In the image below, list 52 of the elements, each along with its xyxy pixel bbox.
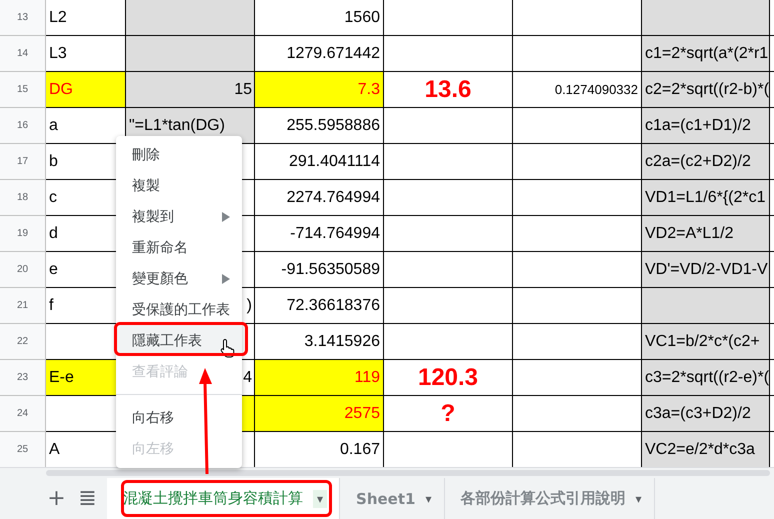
table-cell: 2274.764994 [255,180,384,216]
row-number: 24 [0,396,46,432]
row-number: 15 [0,72,46,108]
table-cell: VD1=L1/6*{(2*c1 [642,180,770,216]
cell-text: 7.3 [358,80,380,98]
submenu-arrow-icon [222,212,230,222]
cell-text: 2575 [344,404,380,422]
table-cell: 1560 [255,0,384,36]
cell-text: 13.6 [424,76,472,104]
table-cell: 72.36618376 [255,288,384,324]
row-number: 23 [0,360,46,396]
row-number: 21 [0,288,46,324]
table-cell: c1=2*sqrt(a*(2*r1 [642,36,770,72]
table-cell: c3=2*sqrt((r2-e)*( [642,360,770,396]
table-cell: c3a=(c3+D2)/2 [642,396,770,432]
table-cell: c2=2*sqrt((r2-b)*( [642,72,770,108]
all-sheets-button[interactable]: ≣ [72,486,103,511]
table-cell: L2 [46,0,126,36]
table-cell: 291.4041114 [255,144,384,180]
row-number: 16 [0,108,46,144]
row-number: 25 [0,432,46,468]
add-sheet-button[interactable]: + [41,486,72,511]
row-number: 13 [0,0,46,36]
row-number: 18 [0,180,46,216]
table-cell: L3 [46,36,126,72]
table-cell: c2a=(c2+D2)/2 [642,144,770,180]
table-cell: 0.1274090332 [513,72,642,108]
row-number: 22 [0,324,46,360]
cell-text: 120.3 [418,364,478,392]
table-cell: -91.56350589 [255,252,384,288]
table-cell: VD'=VD/2-VD1-V [642,252,770,288]
cell-text: 119 [354,368,380,386]
row-number: 17 [0,144,46,180]
table-cell: -714.764994 [255,216,384,252]
cell-text: DG [49,80,73,98]
submenu-arrow-icon [222,274,230,284]
table-cell: 1279.671442 [255,36,384,72]
cell-text: ? [440,400,456,428]
row-number: 19 [0,216,46,252]
row-number: 20 [0,252,46,288]
table-cell: 255.5958886 [255,108,384,144]
table-cell: a [46,108,126,144]
table-cell: 15 [126,72,255,108]
pointer-icon [220,338,236,358]
table-cell: 3.1415926 [255,324,384,360]
table-cell: VC1=b/2*c*(c2+ [642,324,770,360]
row-number: 14 [0,36,46,72]
table-cell: c1a=(c1+D1)/2 [642,108,770,144]
table-cell: VC2=e/2*d*c3a [642,432,770,468]
scrollbar[interactable] [46,470,770,476]
table-cell: VD2=A*L1/2 [642,216,770,252]
menu-item[interactable]: 向右移 [116,402,242,433]
